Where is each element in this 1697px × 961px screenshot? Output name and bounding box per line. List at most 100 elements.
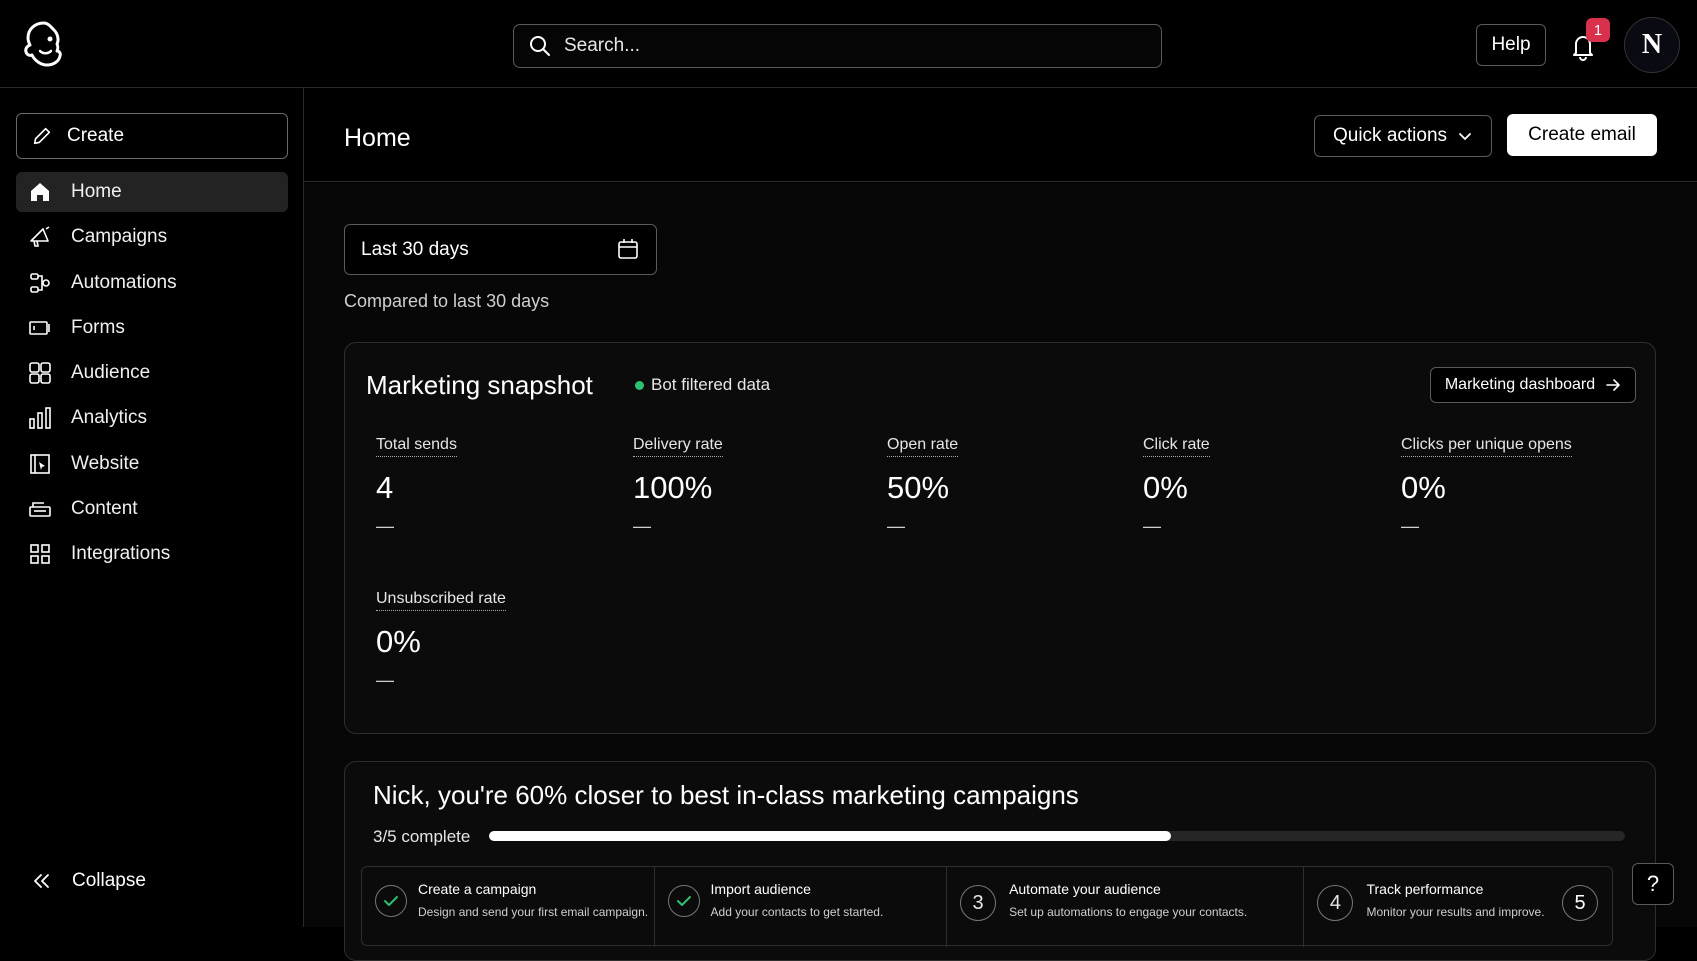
onboarding-progress-card: Nick, you're 60% closer to best in-class… (344, 761, 1656, 961)
search-placeholder: Search... (564, 35, 641, 56)
metric-label[interactable]: Open rate (887, 436, 959, 457)
step-description: Design and send your first email campaig… (418, 905, 649, 919)
bar-chart-icon (29, 407, 51, 430)
metric-label[interactable]: Unsubscribed rate (376, 590, 506, 611)
sidebar-item-label: Website (71, 452, 140, 474)
metric-label[interactable]: Clicks per unique opens (1401, 436, 1572, 457)
sidebar-item-label: Campaigns (71, 226, 168, 248)
next-step-number[interactable]: 5 (1562, 885, 1598, 921)
pencil-icon (33, 127, 51, 145)
sidebar-item-label: Forms (71, 316, 125, 338)
metric-unsubscribed-rate: Unsubscribed rate 0% — (376, 590, 506, 691)
content-icon (29, 502, 51, 517)
metric-label[interactable]: Total sends (376, 436, 457, 457)
sidebar-item-campaigns[interactable]: Campaigns (16, 217, 288, 257)
arrow-right-icon (1606, 379, 1620, 391)
snapshot-title: Marketing snapshot (366, 370, 593, 400)
step-number: 3 (960, 885, 997, 921)
metric-label[interactable]: Delivery rate (633, 436, 723, 457)
metric-change: — (376, 670, 394, 690)
main-content: Last 30 days Compared to last 30 days Ma… (304, 183, 1697, 961)
marketing-dashboard-label: Marketing dashboard (1444, 376, 1596, 393)
metric-change: — (376, 516, 394, 536)
sidebar: Create Home Campaigns Automations Forms … (0, 88, 304, 927)
sidebar-item-forms[interactable]: Forms (16, 308, 288, 348)
quick-actions-button[interactable]: Quick actions (1314, 115, 1492, 157)
metric-value: 0% (1401, 470, 1446, 505)
sidebar-item-home[interactable]: Home (16, 172, 288, 212)
progress-bar (489, 831, 1625, 841)
collapse-button[interactable]: Collapse (30, 870, 146, 892)
step-number: 4 (1317, 885, 1354, 921)
step-status (667, 885, 700, 917)
metric-change: — (633, 516, 651, 536)
quick-actions-label: Quick actions (1332, 125, 1448, 146)
status-dot (635, 381, 644, 390)
sidebar-item-analytics[interactable]: Analytics (16, 398, 288, 438)
help-float-button[interactable]: ? (1632, 863, 1674, 905)
progress-count: 3/5 complete (373, 827, 471, 846)
step-description: Set up automations to engage your contac… (1009, 905, 1248, 919)
audience-icon (29, 362, 51, 384)
date-range-select[interactable]: Last 30 days (344, 224, 657, 275)
sidebar-item-audience[interactable]: Audience (16, 353, 288, 393)
form-icon (29, 321, 50, 335)
metric-value: 100% (633, 470, 713, 505)
sidebar-item-label: Home (71, 181, 122, 202)
search-input[interactable]: Search... (513, 24, 1162, 68)
website-icon (30, 453, 50, 474)
automation-icon (30, 272, 50, 293)
mailchimp-logo-icon[interactable] (20, 19, 68, 69)
metric-value: 0% (376, 624, 421, 659)
step-title: Automate your audience (1009, 881, 1161, 897)
top-bar: Search... Help 1 N (0, 0, 1697, 88)
step-import-audience[interactable]: Import audience Add your contacts to get… (655, 867, 948, 947)
metric-change: — (887, 516, 905, 536)
marketing-dashboard-button[interactable]: Marketing dashboard (1430, 367, 1636, 403)
metric-label[interactable]: Click rate (1143, 436, 1210, 457)
progress-title: Nick, you're 60% closer to best in-class… (373, 780, 1079, 810)
step-automate-audience[interactable]: 3 Automate your audience Set up automati… (947, 867, 1305, 947)
step-description: Add your contacts to get started. (710, 905, 884, 919)
metric-clicks-per-unique-opens: Clicks per unique opens 0% — (1401, 436, 1572, 537)
grid-icon (30, 544, 50, 565)
sidebar-nav: Home Campaigns Automations Forms Audienc… (16, 172, 288, 580)
sidebar-item-label: Automations (71, 271, 177, 293)
metric-value: 4 (376, 470, 394, 505)
step-track-performance[interactable]: 4 Track performance Monitor your results… (1304, 867, 1612, 947)
sidebar-item-label: Audience (71, 362, 151, 384)
metric-delivery-rate: Delivery rate 100% — (633, 436, 723, 537)
calendar-icon (618, 239, 638, 259)
sidebar-item-label: Integrations (71, 543, 171, 565)
sidebar-item-website[interactable]: Website (16, 444, 288, 484)
sidebar-item-integrations[interactable]: Integrations (16, 534, 288, 574)
help-button[interactable]: Help (1476, 24, 1546, 66)
check-icon (676, 896, 691, 906)
step-title: Create a campaign (418, 881, 537, 897)
metric-click-rate: Click rate 0% — (1143, 436, 1210, 537)
metric-change: — (1143, 516, 1161, 536)
megaphone-icon (30, 226, 50, 248)
search-icon (530, 36, 550, 56)
step-title: Import audience (710, 881, 811, 897)
onboarding-steps: Create a campaign Design and send your f… (361, 866, 1613, 947)
sidebar-item-label: Analytics (71, 407, 148, 429)
compared-text: Compared to last 30 days (344, 291, 550, 311)
sidebar-item-content[interactable]: Content (16, 489, 288, 529)
avatar[interactable]: N (1624, 17, 1680, 73)
double-chevron-left-icon (34, 874, 49, 888)
notification-badge: 1 (1586, 18, 1610, 42)
check-icon (384, 896, 398, 906)
metric-value: 0% (1143, 470, 1188, 505)
main-header: Home Quick actions Create email (304, 88, 1697, 182)
page-title: Home (344, 124, 411, 152)
step-create-campaign[interactable]: Create a campaign Design and send your f… (362, 867, 655, 947)
create-email-button[interactable]: Create email (1507, 114, 1657, 156)
sidebar-item-label: Content (71, 498, 138, 520)
create-button[interactable]: Create (16, 113, 288, 159)
metric-open-rate: Open rate 50% — (887, 436, 959, 537)
step-status (375, 885, 407, 917)
sidebar-item-automations[interactable]: Automations (16, 263, 288, 303)
chevron-down-icon (1459, 133, 1471, 140)
date-range-value: Last 30 days (361, 238, 469, 260)
